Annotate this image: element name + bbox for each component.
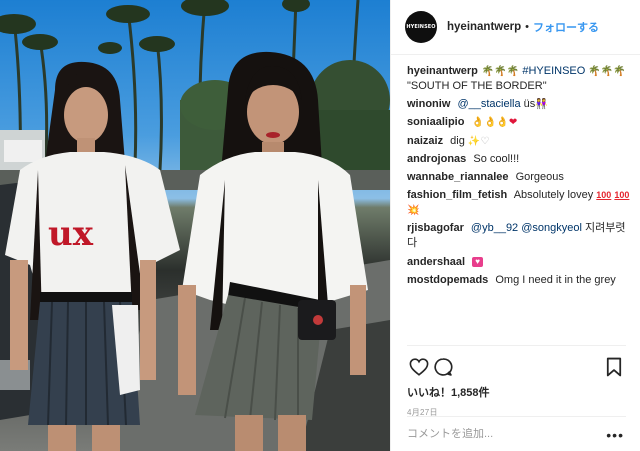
- comment-text: So cool!!!: [473, 152, 520, 165]
- hashtag-link[interactable]: #HYEINSEO: [522, 65, 585, 77]
- comment-username[interactable]: andershaal: [407, 256, 465, 268]
- couple-icon: 👭: [535, 99, 548, 111]
- hundred-points-icon: 100: [596, 190, 612, 201]
- comment-username[interactable]: fashion_film_fetish: [407, 189, 507, 201]
- add-comment-input[interactable]: [407, 428, 626, 440]
- comment-username[interactable]: winoniw: [407, 98, 450, 110]
- comment-bubble-icon[interactable]: [431, 355, 455, 379]
- collision-icon: 💥: [407, 205, 420, 217]
- comments-list: hyeinantwerp 🌴🌴🌴 #HYEINSEO 🌴🌴🌴 "SOUTH OF …: [407, 64, 630, 291]
- comment-text: Gorgeous: [515, 170, 564, 183]
- palm-tree-icon: 🌴🌴🌴: [588, 66, 626, 77]
- post-header: HYEINSEO hyeinantwerp • フォローする: [391, 0, 640, 55]
- comment-item: fashion_film_fetish Absolutely lovey 100…: [407, 188, 630, 218]
- more-options-icon[interactable]: •••: [606, 427, 624, 443]
- action-icons-row: [407, 354, 626, 380]
- comment-text: Absolutely lovey: [513, 189, 594, 202]
- comment-item: soniaalipio 👌👌👌❤: [407, 115, 630, 130]
- shirt-print-text: ux: [48, 214, 94, 254]
- avatar[interactable]: HYEINSEO: [405, 11, 437, 43]
- comment-username[interactable]: naizaiz: [407, 135, 443, 147]
- sparkle-icon: ✨: [467, 135, 481, 147]
- add-comment-bar: •••: [407, 416, 626, 451]
- caption-username[interactable]: hyeinantwerp: [407, 65, 478, 77]
- comment-item: wannabe_riannalee Gorgeous: [407, 170, 630, 185]
- white-heart-icon: ♡: [480, 135, 490, 147]
- comment-username[interactable]: rjisbagofar: [407, 222, 464, 234]
- mention-link[interactable]: @__staciella: [457, 98, 520, 110]
- likes-count[interactable]: いいね！1,858件: [407, 384, 626, 400]
- heart-box-icon: ♥: [472, 256, 484, 267]
- heart-icon[interactable]: [407, 355, 431, 379]
- fire-icon: 👌👌👌: [471, 117, 509, 129]
- mention-link[interactable]: @songkyeol: [521, 222, 582, 234]
- comment-text: dig: [450, 134, 465, 147]
- post-actions: いいね！1,858件 4月27日: [407, 345, 626, 418]
- post-details-panel: HYEINSEO hyeinantwerp • フォローする hyeinantw…: [390, 0, 640, 451]
- comment-item: winoniw @__staciella üs👭: [407, 97, 630, 112]
- instagram-post: ux HYEINSEO hyeinantwerp • フォローする hyeina…: [0, 0, 640, 451]
- follow-button[interactable]: フォローする: [533, 19, 599, 35]
- comment-text: üs: [523, 98, 536, 111]
- comment-text: Omg I need it in the grey: [495, 273, 616, 286]
- header-separator: •: [525, 21, 529, 33]
- comment-item: rjisbagofar @yb__92 @songkyeol 지려부렷다: [407, 221, 630, 251]
- palm-tree-icon: 🌴🌴🌴: [481, 66, 520, 77]
- comment-username[interactable]: wannabe_riannalee: [407, 171, 509, 183]
- post-photo[interactable]: ux: [0, 0, 390, 451]
- comment-item: andershaal ♥: [407, 255, 630, 270]
- heart-emoji-icon: ❤: [508, 117, 518, 129]
- hundred-points-icon: 100: [614, 190, 630, 201]
- comment-item: mostdopemads Omg I need it in the grey: [407, 273, 630, 288]
- caption: hyeinantwerp 🌴🌴🌴 #HYEINSEO 🌴🌴🌴 "SOUTH OF …: [407, 64, 630, 94]
- bookmark-icon[interactable]: [602, 355, 626, 379]
- caption-text: "SOUTH OF THE BORDER": [407, 80, 547, 92]
- comment-username[interactable]: mostdopemads: [407, 274, 488, 286]
- header-username[interactable]: hyeinantwerp: [447, 21, 521, 33]
- comment-item: androjonas So cool!!!: [407, 152, 630, 167]
- photo-illustration: ux: [0, 0, 390, 451]
- comment-username[interactable]: soniaalipio: [407, 116, 464, 128]
- mention-link[interactable]: @yb__92: [471, 222, 518, 234]
- comment-username[interactable]: androjonas: [407, 153, 466, 165]
- comment-item: naizaiz dig ✨♡: [407, 134, 630, 149]
